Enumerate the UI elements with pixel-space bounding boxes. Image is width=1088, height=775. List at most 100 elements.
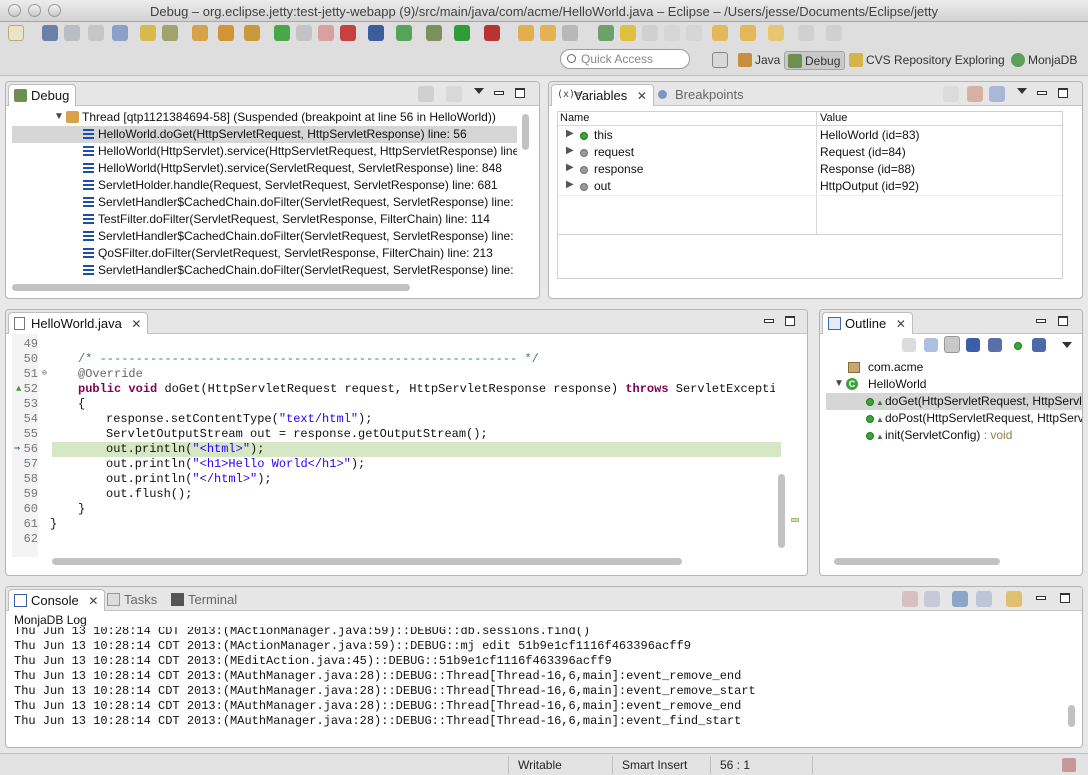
collapse-all-icon[interactable] — [989, 86, 1005, 102]
maximize-icon[interactable] — [1060, 593, 1070, 603]
expand-arrow-icon[interactable]: ▶ — [566, 128, 574, 139]
step-filters-icon[interactable] — [244, 25, 260, 41]
debug-icon[interactable] — [396, 25, 412, 41]
show-logical-structure-icon[interactable] — [967, 86, 983, 102]
stack-frame[interactable]: ServletHandler$CachedChain.doFilter(Serv… — [6, 194, 517, 211]
column-value-header[interactable]: Value — [820, 112, 847, 124]
expand-arrow-icon[interactable]: ▶ — [566, 145, 574, 156]
console-output[interactable]: Thu Jun 13 10:28:14 CDT 2013:(MActionMan… — [6, 627, 1068, 729]
stack-frame[interactable]: ServletHandler$CachedChain.doFilter(Serv… — [6, 228, 517, 245]
tab-breakpoints[interactable]: Breakpoints — [653, 84, 750, 106]
print-icon-2[interactable] — [112, 25, 128, 41]
close-icon[interactable]: ✕ — [131, 317, 141, 331]
maximize-icon[interactable] — [515, 88, 525, 98]
debug-horizontal-scrollbar[interactable] — [12, 284, 410, 291]
outline-package-row[interactable]: com.acme — [826, 359, 1082, 376]
thread-row[interactable]: ▼ Thread [qtp1121384694-58] (Suspended (… — [6, 109, 539, 126]
highlight-icon[interactable] — [620, 25, 636, 41]
build-icon[interactable] — [140, 25, 156, 41]
perspective-debug[interactable]: Debug — [784, 51, 846, 70]
open-perspective-icon[interactable] — [712, 52, 728, 68]
variable-row[interactable]: ▶ response Response (id=88) — [558, 161, 1062, 178]
sort-icon[interactable] — [924, 338, 938, 352]
outline-method-row[interactable]: ▲ doGet(HttpServletRequest, HttpServl — [826, 393, 1082, 410]
perspective-monjadb[interactable]: MonjaDB — [1008, 51, 1081, 70]
prev-annotation-icon[interactable] — [740, 25, 756, 41]
new-icon[interactable] — [8, 25, 24, 41]
expanded-arrow-icon[interactable]: ▼ — [834, 378, 844, 389]
hide-local-types-icon[interactable] — [1032, 338, 1046, 352]
variable-row[interactable]: ▶ out HttpOutput (id=92) — [558, 178, 1062, 195]
refactor-icon[interactable] — [162, 25, 178, 41]
perspective-cvs[interactable]: CVS Repository Exploring — [846, 51, 1009, 70]
stack-frame[interactable]: ServletHandler$CachedChain.doFilter(Serv… — [6, 262, 517, 279]
stack-frame[interactable]: TestFilter.doFilter(ServletRequest, Serv… — [6, 211, 517, 228]
save-icon[interactable] — [42, 25, 58, 41]
annotation-icon[interactable] — [642, 25, 658, 41]
maximize-icon[interactable] — [1058, 88, 1068, 98]
disconnect-icon[interactable] — [340, 25, 356, 41]
debug-view-options-icon[interactable] — [446, 86, 462, 102]
detail-pane-divider[interactable] — [558, 234, 1062, 235]
tab-outline[interactable]: Outline ✕ — [822, 312, 913, 334]
external-tools-icon[interactable] — [484, 25, 500, 41]
minimize-icon[interactable] — [764, 319, 774, 323]
tab-debug[interactable]: Debug — [8, 84, 77, 106]
clear-console-icon[interactable] — [902, 591, 918, 607]
stack-frame[interactable]: HelloWorld.doGet(HttpServletRequest, Htt… — [12, 126, 517, 143]
console-vertical-scrollbar[interactable] — [1068, 705, 1075, 727]
tab-console[interactable]: Console ✕ — [8, 589, 106, 611]
drop-to-frame-icon[interactable] — [218, 25, 234, 41]
collapse-icon[interactable] — [902, 338, 916, 352]
minimize-icon[interactable] — [494, 91, 504, 95]
error-log-icon[interactable] — [1062, 758, 1076, 772]
hide-non-public-icon[interactable] — [1014, 342, 1022, 350]
display-selected-console-icon[interactable] — [976, 591, 992, 607]
next-annotation-icon[interactable] — [712, 25, 728, 41]
toggle-mark-icon[interactable] — [598, 25, 614, 41]
minimize-icon[interactable] — [1036, 596, 1046, 600]
terminate-icon[interactable] — [318, 25, 334, 41]
scroll-lock-icon[interactable] — [924, 591, 940, 607]
alphabetical-sort-icon[interactable] — [944, 336, 960, 353]
editor-horizontal-scrollbar[interactable] — [52, 558, 682, 565]
stack-frame[interactable]: QoSFilter.doFilter(ServletRequest, Servl… — [6, 245, 517, 262]
run-config-icon[interactable] — [426, 25, 442, 41]
minimize-icon[interactable] — [1037, 91, 1047, 95]
open-folder-icon[interactable] — [540, 25, 556, 41]
pin-icon[interactable] — [826, 25, 842, 41]
stack-frame[interactable]: HelloWorld(HttpServlet).service(HttpServ… — [6, 143, 517, 160]
tab-helloworld-java[interactable]: HelloWorld.java ✕ — [8, 312, 149, 334]
open-console-icon[interactable] — [1006, 591, 1022, 607]
forward-icon[interactable] — [798, 25, 814, 41]
variable-row[interactable]: ▶ request Request (id=84) — [558, 144, 1062, 161]
expand-arrow-icon[interactable]: ▶ — [566, 179, 574, 190]
outline-method-row[interactable]: ▲ doPost(HttpServletRequest, HttpServ — [826, 410, 1082, 427]
close-icon[interactable]: ✕ — [896, 317, 906, 331]
stack-frame[interactable]: HelloWorld(HttpServlet).service(ServletR… — [6, 160, 517, 177]
outline-method-row[interactable]: ▲ init(ServletConfig) : void — [826, 427, 1082, 444]
quick-access-field[interactable]: Quick Access — [560, 49, 690, 69]
hide-fields-icon[interactable] — [966, 338, 980, 352]
show-type-names-icon[interactable] — [943, 86, 959, 102]
outline-class-row[interactable]: ▼ C HelloWorld — [826, 376, 1082, 393]
debug-vertical-scrollbar[interactable] — [522, 114, 529, 150]
perspective-java[interactable]: Java — [735, 51, 784, 70]
tab-terminal[interactable]: Terminal — [166, 589, 243, 611]
run-icon[interactable] — [454, 25, 470, 41]
expand-arrow-icon[interactable]: ▶ — [566, 162, 574, 173]
overview-ruler-marker[interactable] — [791, 518, 799, 522]
skip-all-breakpoints-icon[interactable] — [368, 25, 384, 41]
expanded-arrow-icon[interactable]: ▼ — [54, 111, 64, 122]
close-icon[interactable]: ✕ — [637, 89, 647, 103]
skip-breakpoints-icon[interactable] — [192, 25, 208, 41]
editor-vertical-scrollbar[interactable] — [778, 474, 785, 548]
block-selection-icon[interactable] — [664, 25, 680, 41]
open-type-icon[interactable] — [518, 25, 534, 41]
suspend-icon[interactable] — [296, 25, 312, 41]
stack-frame[interactable]: ServletHolder.handle(Request, ServletReq… — [6, 177, 517, 194]
search-tool-icon[interactable] — [562, 25, 578, 41]
view-menu-icon[interactable] — [474, 88, 484, 94]
column-name-header[interactable]: Name — [560, 112, 589, 124]
hide-static-icon[interactable] — [988, 338, 1002, 352]
